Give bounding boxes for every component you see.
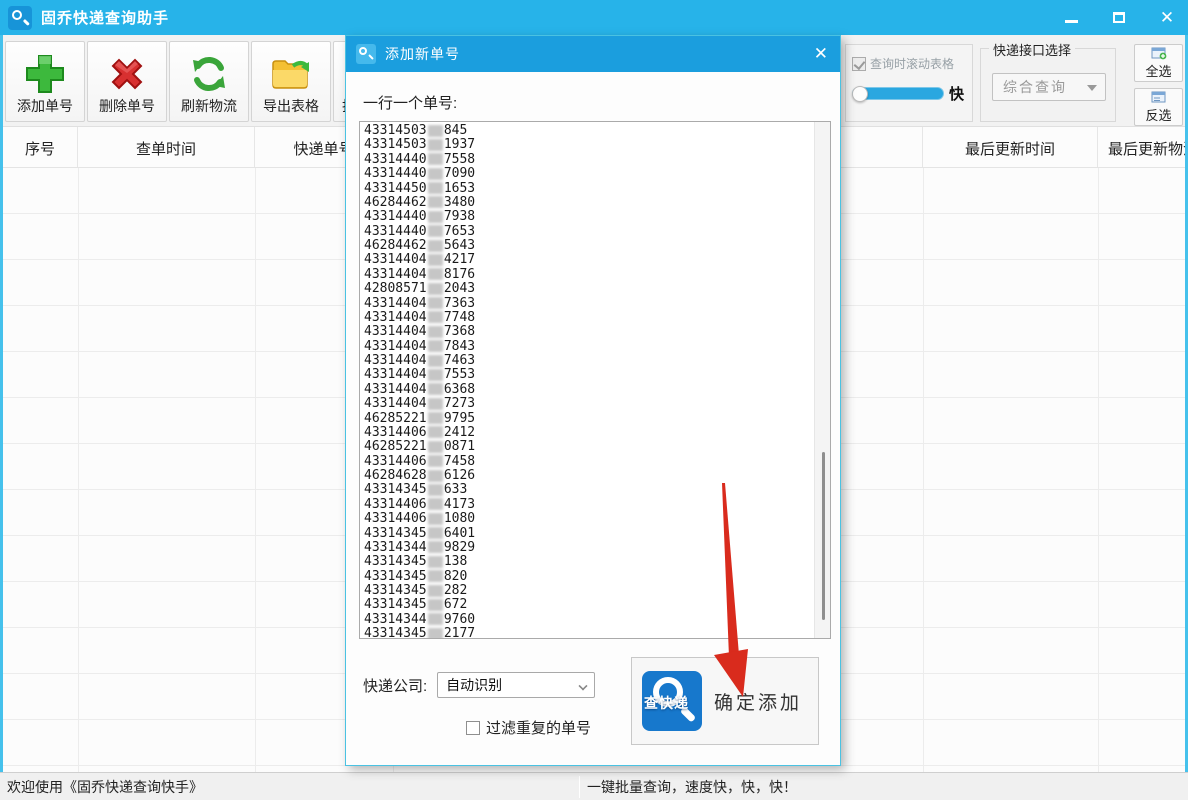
one-per-line-hint: 一行一个单号: — [363, 92, 457, 113]
status-bar: 欢迎使用《固乔快递查询快手》 一键批量查询，速度快，快，快！ — [0, 772, 1188, 800]
invert-selection-button[interactable]: 反选 — [1134, 88, 1183, 126]
chakuaidi-logo-icon: 查快递 — [642, 671, 702, 731]
tracking-numbers-textarea[interactable]: 4331450384543314503193743314440755843314… — [359, 121, 831, 639]
invert-selection-label: 反选 — [1145, 105, 1171, 124]
minimize-icon — [1065, 20, 1078, 23]
toolbar-button-label: 刷新物流 — [181, 96, 237, 116]
add-numbers-dialog: 添加新单号 ✕ 一行一个单号: 433145038454331450319374… — [345, 35, 841, 766]
filter-duplicates-checkbox[interactable] — [466, 721, 480, 735]
scrollbar-thumb[interactable] — [822, 452, 825, 620]
logo-text: 查快递 — [644, 693, 704, 713]
status-slogan-text: 一键批量查询，速度快，快，快！ — [587, 777, 797, 797]
window-border-left — [0, 35, 3, 772]
filter-duplicates-option[interactable]: 过滤重复的单号 — [466, 717, 591, 738]
dialog-close-button[interactable]: ✕ — [814, 36, 828, 72]
table-icon — [1151, 91, 1167, 104]
close-icon: ✕ — [1160, 9, 1174, 26]
red-x-icon — [105, 52, 149, 96]
close-button[interactable]: ✕ — [1156, 7, 1178, 29]
column-header-last-update-logistics[interactable]: 最后更新物流 — [1098, 127, 1185, 168]
minimize-button[interactable] — [1060, 7, 1082, 29]
toolbar-button-label: 添加单号 — [17, 96, 73, 116]
query-options-panel: 查询时滚动表格 快 — [845, 44, 973, 122]
speed-slider-handle[interactable] — [852, 86, 868, 102]
app-logo-icon — [8, 6, 32, 30]
api-group-legend: 快递接口选择 — [989, 40, 1075, 59]
column-divider — [255, 168, 256, 772]
select-all-button[interactable]: 全选 — [1134, 44, 1183, 82]
company-label: 快递公司: — [363, 675, 427, 696]
delete-numbers-button[interactable]: 删除单号 — [87, 41, 167, 122]
chevron-down-icon — [579, 681, 588, 690]
scroll-table-checkbox[interactable] — [852, 57, 866, 71]
column-header-index[interactable]: 序号 — [3, 127, 78, 168]
export-table-button[interactable]: 导出表格 — [251, 41, 331, 122]
refresh-logistics-button[interactable]: 刷新物流 — [169, 41, 249, 122]
chevron-down-icon — [1087, 85, 1097, 91]
api-select-group: 快递接口选择 综合查询 — [980, 48, 1116, 122]
company-selected-value: 自动识别 — [446, 675, 502, 695]
column-divider — [78, 168, 79, 772]
api-select-dropdown[interactable]: 综合查询 — [992, 73, 1106, 101]
company-dropdown[interactable]: 自动识别 — [437, 672, 595, 698]
dialog-logo-icon — [356, 44, 376, 64]
window-title: 固乔快递查询助手 — [41, 7, 169, 28]
status-divider — [579, 776, 580, 798]
speed-fast-label: 快 — [949, 83, 964, 104]
column-divider — [923, 168, 924, 772]
column-header-last-update-time[interactable]: 最后更新时间 — [923, 127, 1098, 168]
table-plus-icon — [1151, 47, 1167, 60]
status-welcome-text: 欢迎使用《固乔快递查询快手》 — [7, 777, 579, 797]
speed-slider[interactable] — [852, 87, 944, 100]
refresh-icon — [187, 52, 231, 96]
column-header-query-time[interactable]: 查单时间 — [78, 127, 255, 168]
folder-export-icon — [269, 52, 313, 96]
tracking-number-list: 4331450384543314503193743314440755843314… — [364, 124, 812, 639]
plus-icon — [23, 52, 67, 96]
window-titlebar: 固乔快递查询助手 ✕ — [0, 0, 1188, 35]
dialog-titlebar[interactable]: 添加新单号 ✕ — [346, 36, 840, 72]
confirm-add-button[interactable]: 查快递 确定添加 — [631, 657, 819, 745]
maximize-icon — [1113, 12, 1125, 23]
close-icon: ✕ — [814, 44, 828, 64]
select-all-label: 全选 — [1145, 61, 1171, 80]
toolbar-button-label: 删除单号 — [99, 96, 155, 116]
maximize-button[interactable] — [1108, 7, 1130, 29]
confirm-add-label: 确定添加 — [714, 688, 802, 715]
column-divider — [1098, 168, 1099, 772]
dialog-title: 添加新单号 — [385, 44, 460, 64]
toolbar-button-label: 导出表格 — [263, 96, 319, 116]
textarea-scrollbar[interactable] — [814, 122, 830, 638]
filter-duplicates-label: 过滤重复的单号 — [486, 717, 591, 738]
scroll-table-label: 查询时滚动表格 — [870, 55, 954, 72]
add-numbers-button[interactable]: 添加单号 — [5, 41, 85, 122]
api-selected-value: 综合查询 — [1003, 77, 1067, 97]
app-window: 固乔快递查询助手 ✕ 添加单号 删除单号 — [0, 0, 1188, 800]
